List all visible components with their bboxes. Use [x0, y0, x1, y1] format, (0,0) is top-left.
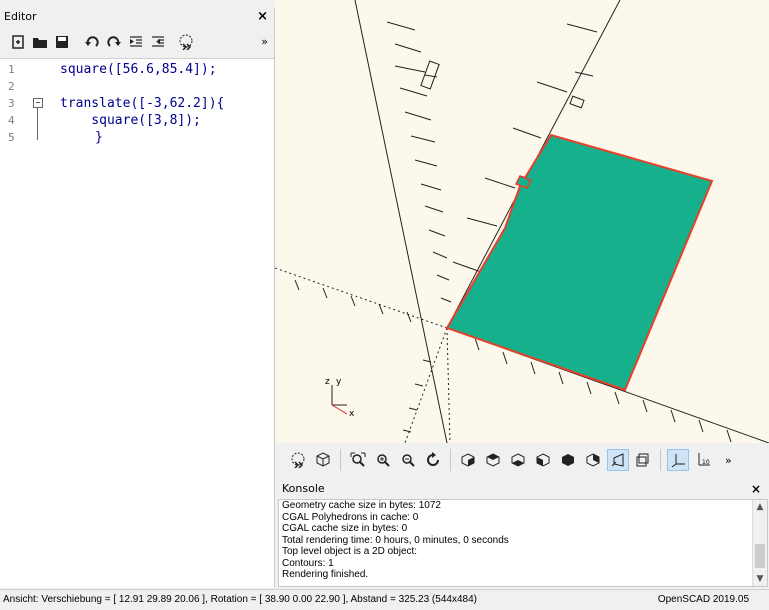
- view-status: Ansicht: Verschiebung = [ 12.91 29.89 20…: [3, 594, 477, 605]
- perspective-icon[interactable]: [607, 449, 629, 471]
- editor-toolbar: »: [0, 26, 274, 58]
- console-titlebar: Konsole ×: [275, 480, 769, 498]
- rendered-square-shape: [445, 133, 714, 392]
- fold-toggle[interactable]: −: [33, 98, 43, 108]
- view-toolbar-overflow[interactable]: »: [725, 454, 732, 467]
- status-bar: Ansicht: Verschiebung = [ 12.91 29.89 20…: [0, 589, 769, 610]
- open-icon[interactable]: [30, 31, 50, 53]
- view-right-icon[interactable]: [457, 449, 479, 471]
- console-line: Geometry cache size in bytes: 1072: [282, 500, 441, 511]
- gizmo-y-label: y: [336, 377, 342, 387]
- toolbar-separator: [340, 449, 341, 471]
- gizmo-x-label: x: [349, 409, 355, 419]
- 3d-viewport[interactable]: z y x: [275, 0, 769, 443]
- editor-close-button[interactable]: ×: [257, 8, 268, 26]
- view-front-icon[interactable]: [557, 449, 579, 471]
- console-output[interactable]: Geometry cache size in bytes: 1072 CGAL …: [278, 499, 768, 587]
- viewport-scene: z y x: [275, 0, 769, 443]
- console-line: Contours: 1: [282, 557, 334, 569]
- zoom-out-icon[interactable]: [397, 449, 419, 471]
- console-line: Total rendering time: 0 hours, 0 minutes…: [282, 534, 509, 546]
- scroll-up-icon[interactable]: ▲: [753, 500, 767, 514]
- code-editor[interactable]: 1 square([56.6,85.4]); 2 3− translate([-3,…: [0, 58, 274, 588]
- view-toolbar: 10 »: [275, 443, 769, 477]
- unindent-icon[interactable]: [126, 31, 146, 53]
- save-icon[interactable]: [52, 31, 72, 53]
- zoom-in-icon[interactable]: [372, 449, 394, 471]
- render-icon[interactable]: [312, 449, 334, 471]
- editor-title: Editor: [4, 10, 37, 23]
- undo-icon[interactable]: [82, 31, 102, 53]
- console-title: Konsole: [282, 482, 325, 495]
- new-icon[interactable]: [8, 31, 28, 53]
- console-panel: Konsole × Geometry cache size in bytes: …: [275, 480, 769, 587]
- toolbar-separator: [450, 449, 451, 471]
- preview-icon[interactable]: [287, 449, 309, 471]
- console-line: CGAL cache size in bytes: 0: [282, 523, 408, 534]
- orthogonal-icon[interactable]: [632, 449, 654, 471]
- openscad-window: Editor × » 1 square([56.6,85.4]); 2 3 − …: [0, 0, 769, 610]
- console-scrollbar[interactable]: ▲ ▼: [752, 500, 767, 586]
- gizmo-z-label: z: [325, 377, 330, 387]
- app-version: OpenSCAD 2019.05: [657, 594, 749, 605]
- toolbar-separator: [660, 449, 661, 471]
- fold-line: [37, 108, 38, 140]
- editor-toolbar-overflow[interactable]: »: [261, 35, 268, 48]
- reset-view-icon[interactable]: [422, 449, 444, 471]
- editor-panel: Editor × » 1 square([56.6,85.4]); 2 3 − …: [0, 8, 275, 588]
- console-line: Rendering finished.: [282, 569, 369, 580]
- scroll-down-icon[interactable]: ▼: [753, 572, 767, 586]
- scale-label: 10: [702, 459, 710, 466]
- indent-icon[interactable]: [148, 31, 168, 53]
- view-bottom-icon[interactable]: [507, 449, 529, 471]
- console-line: Top level object is a 2D object:: [282, 546, 418, 557]
- view-left-icon[interactable]: [532, 449, 554, 471]
- view-back-icon[interactable]: [582, 449, 604, 471]
- show-scale-icon[interactable]: 10: [692, 449, 714, 471]
- scroll-thumb[interactable]: [755, 544, 765, 568]
- show-axes-icon[interactable]: [667, 449, 689, 471]
- redo-icon[interactable]: [104, 31, 124, 53]
- console-close-button[interactable]: ×: [751, 480, 761, 498]
- zoom-all-icon[interactable]: [347, 449, 369, 471]
- console-line: CGAL Polyhedrons in cache: 0: [282, 511, 419, 523]
- render-preview-icon[interactable]: [176, 31, 196, 53]
- editor-titlebar: Editor ×: [0, 8, 274, 26]
- view-top-icon[interactable]: [482, 449, 504, 471]
